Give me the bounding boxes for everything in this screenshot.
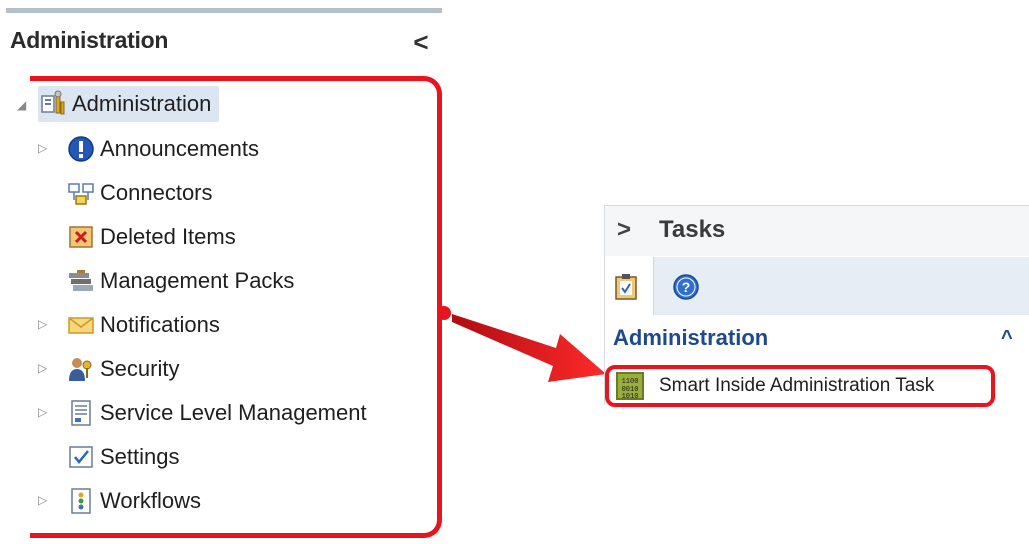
tasks-title: Tasks (659, 216, 726, 243)
highlight-bracket-top (30, 76, 160, 81)
svg-text:1100: 1100 (622, 378, 639, 386)
task-label: Smart Inside Administration Task (659, 375, 935, 396)
clipboard-task-icon[interactable] (613, 273, 639, 306)
toolbar-left (605, 257, 651, 315)
help-icon[interactable]: ? (672, 273, 700, 306)
tasks-section-title: Administration (613, 325, 769, 350)
expand-tasks-chevron-icon[interactable]: > (617, 216, 631, 244)
collapse-pane-button[interactable]: < (408, 27, 434, 57)
highlight-bracket-bottom (30, 533, 160, 538)
tasks-toolbar: ? (605, 257, 1029, 315)
collapse-triangle-icon[interactable]: ◢ (17, 99, 29, 111)
tasks-header[interactable]: > Tasks (605, 205, 1029, 256)
collapse-section-caret-icon[interactable]: ^ (1001, 327, 1013, 350)
tasks-pane: > Tasks ? Administration ^ 1100 0010 101… (604, 205, 1029, 407)
highlight-bracket (30, 76, 442, 538)
svg-text:1010: 1010 (622, 393, 639, 401)
red-arrow-icon (452, 314, 606, 382)
nav-pane-title: Administration (10, 27, 169, 53)
pane-top-border (6, 8, 442, 13)
binary-task-icon: 1100 0010 1010 (615, 371, 645, 401)
toolbar-right: ? (653, 257, 1029, 315)
task-smart-inside-administration[interactable]: 1100 0010 1010 Smart Inside Administrati… (605, 365, 995, 407)
highlight-bracket-point (437, 306, 451, 320)
svg-text:?: ? (682, 279, 691, 295)
